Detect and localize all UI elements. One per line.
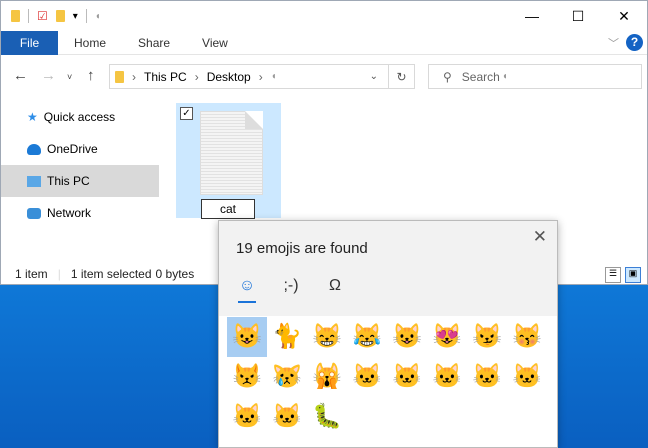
tab-view[interactable]: View [186,31,244,55]
emoji-item[interactable]: 😹 [347,317,387,357]
expand-ribbon-icon[interactable]: ﹀ [608,35,619,51]
emoji-item[interactable]: 🐱 [347,357,387,397]
emoji-item[interactable]: 😿 [267,357,307,397]
tab-file[interactable]: File [1,30,58,55]
emoji-grid: 😺 🐈 😸 😹 😺 😻 😼 😽 😾 😿 🙀 🐱 🐱 🐱 🐱 🐱 🐱 🐱 🐛 [227,317,547,437]
breadcrumb-this-pc[interactable]: This PC [144,70,187,84]
recent-locations-icon[interactable]: ˅ [67,72,72,82]
cloud-icon [27,143,41,155]
up-arrow-icon[interactable]: ↑ [87,67,95,84]
emoji-panel: 19 emojis are found ✕ ☺ ;-) Ω 😺 🐈 😸 😹 😺 😻 😼 😽 😾 😿… [218,220,558,448]
speaker-icon: ◖ [501,71,508,82]
emoji-panel-title: 19 emojis are found [236,240,368,257]
rename-input[interactable]: cat [201,199,255,219]
computer-icon [27,175,41,187]
folder-icon [11,10,20,22]
title-bar: ☑ ▾ ◖ — ☐ ✕ [1,1,647,31]
emoji-item[interactable]: 🙀 [307,357,347,397]
back-arrow-icon[interactable]: ← [13,67,28,84]
emoji-item[interactable]: 😽 [507,317,547,357]
details-view-button[interactable]: ☰ [605,267,621,283]
selection-count: 1 item selected [70,267,152,281]
minimize-button[interactable]: — [509,1,555,31]
view-switcher: ☰ ▣ [605,267,641,283]
properties-icon[interactable]: ☑ [37,9,48,23]
tab-emoji[interactable]: ☺ [236,277,258,303]
chevron-right-icon: › [194,69,199,84]
large-icons-view-button[interactable]: ▣ [625,267,641,283]
emoji-item[interactable]: 🐱 [387,357,427,397]
emoji-item[interactable]: 🐈 [267,317,307,357]
emoji-item[interactable]: 😾 [227,357,267,397]
tab-kaomoji[interactable]: ;-) [280,277,302,295]
emoji-item[interactable]: 😺 [227,317,267,357]
emoji-item[interactable]: 🐱 [267,397,307,437]
emoji-item[interactable]: 😼 [467,317,507,357]
sidebar-item-label: Quick access [43,110,116,124]
emoji-item[interactable]: 🐛 [307,397,347,437]
sidebar-item-label: OneDrive [47,142,98,156]
status-bar: 1 item | 1 item selected 0 bytes [15,267,195,281]
tab-symbols[interactable]: Ω [324,277,346,295]
chevron-right-icon: › [258,69,263,84]
item-count: 1 item [15,267,48,281]
sidebar-item-network[interactable]: Network [1,197,159,229]
maximize-button[interactable]: ☐ [555,1,601,31]
search-icon: ⚲ [443,69,452,84]
address-bar[interactable]: › This PC › Desktop › ◖ ⌄ [109,64,415,89]
navigation-bar: ← → ˅ ↑ › This PC › Desktop › ◖ ⌄ ↻ ⚲ Se… [1,61,647,91]
emoji-item[interactable]: 🐱 [427,357,467,397]
tab-home[interactable]: Home [58,31,122,55]
emoji-item[interactable]: 🐱 [467,357,507,397]
sidebar-item-quick-access[interactable]: ★ Quick access [1,101,159,133]
sidebar-item-this-pc[interactable]: This PC [1,165,159,197]
sidebar-item-label: This PC [47,174,90,188]
divider [28,9,29,23]
chevron-right-icon: › [132,69,136,84]
tab-share[interactable]: Share [122,31,186,55]
customize-toolbar-icon[interactable]: ▾ [73,11,78,22]
breadcrumb-desktop[interactable]: Desktop [207,70,251,84]
search-input[interactable]: ⚲ Search ◖ [428,64,642,89]
refresh-button[interactable]: ↻ [388,64,415,89]
emoji-item[interactable]: 😻 [427,317,467,357]
emoji-item[interactable]: 🐱 [227,397,267,437]
speaker-icon: ◖ [94,10,101,22]
emoji-item[interactable]: 😸 [307,317,347,357]
item-checkbox[interactable]: ✓ [180,107,193,120]
forward-arrow-icon[interactable]: → [41,67,56,84]
divider [85,9,87,23]
emoji-item[interactable]: 😺 [387,317,427,357]
sidebar-item-label: Network [47,206,92,220]
emoji-item[interactable]: 🐱 [507,357,547,397]
selection-size: 0 bytes [155,267,195,281]
new-folder-icon[interactable] [55,10,65,22]
close-button[interactable]: ✕ [601,1,647,31]
search-placeholder: Search [461,69,500,84]
file-item-selected[interactable]: ✓ cat [176,103,281,219]
folder-icon [115,70,124,83]
close-icon[interactable]: ✕ [533,227,547,247]
ribbon-tabs: File Home Share View ﹀ ? [1,30,647,55]
speaker-icon: ◖ [270,71,277,82]
navigation-pane: ★ Quick access OneDrive This PC Network [1,101,159,229]
help-button[interactable]: ? [626,34,643,51]
network-icon [27,207,41,219]
address-dropdown-icon[interactable]: ⌄ [370,71,378,82]
star-icon: ★ [27,110,38,124]
text-document-icon [200,111,263,195]
sidebar-item-onedrive[interactable]: OneDrive [1,133,159,165]
